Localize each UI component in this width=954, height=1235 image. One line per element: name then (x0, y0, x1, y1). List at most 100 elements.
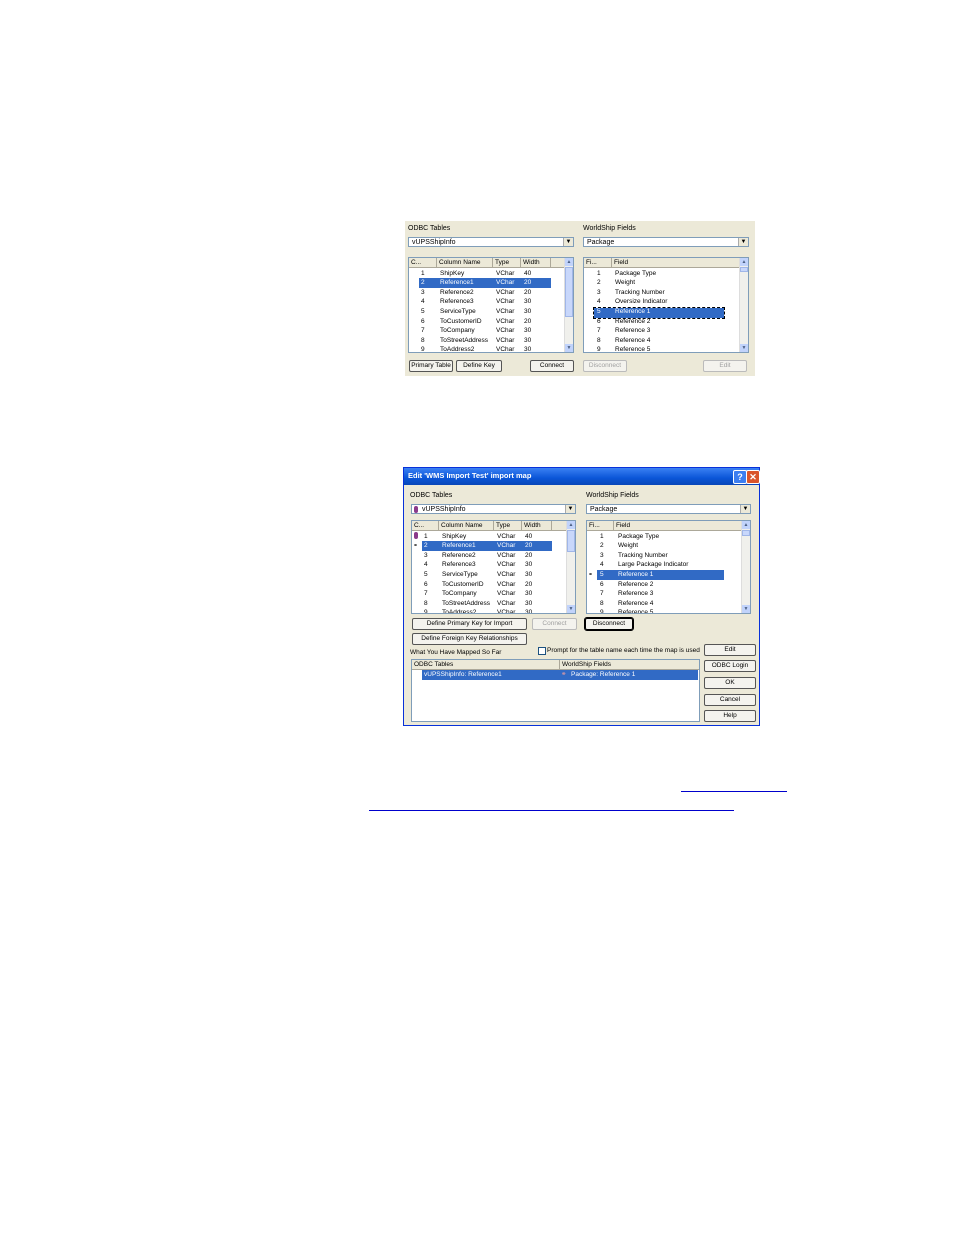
scroll-up-icon[interactable]: ▲ (740, 258, 748, 266)
table-row[interactable]: 6 ToCustomerID VChar 20 (412, 580, 562, 590)
table-row[interactable]: 3 Tracking Number (584, 288, 734, 298)
ok-button[interactable]: OK (704, 677, 756, 689)
odbc-table-select[interactable]: vUPSShipInfo ▼ (408, 237, 574, 247)
odbc-columns-list[interactable]: C... Column Name Type Width ⚭ 1 ShipKey VC… (411, 520, 576, 614)
table-row[interactable]: 5 ServiceType VChar 30 (412, 570, 562, 580)
column-header[interactable]: Column Name (437, 258, 493, 267)
disconnect-button[interactable]: Disconnect (584, 617, 634, 631)
column-header[interactable]: Width (521, 258, 551, 267)
hyperlink-underline[interactable] (681, 791, 787, 792)
table-row[interactable]: 6 Reference 2 (584, 317, 734, 327)
column-header[interactable]: C... (409, 258, 437, 267)
table-row[interactable]: 4 Reference3 VChar 30 (412, 560, 562, 570)
column-header[interactable]: Field (612, 258, 742, 267)
table-row[interactable]: 9 ToAddress2 VChar 30 (412, 608, 562, 613)
scrollbar[interactable]: ▲ ▼ (566, 521, 575, 613)
table-row[interactable]: 8 ToStreetAddress VChar 30 (409, 336, 559, 346)
table-row[interactable]: 3 Tracking Number (587, 551, 737, 561)
edit-button[interactable]: Edit (704, 644, 756, 656)
scroll-up-icon[interactable]: ▲ (567, 521, 575, 529)
primary-table-button[interactable]: Primary Table (409, 360, 453, 372)
table-row[interactable]: 7 Reference 3 (587, 589, 737, 599)
define-primary-key-button[interactable]: Define Primary Key for Import (412, 618, 527, 630)
disconnect-button[interactable]: Disconnect (583, 360, 627, 372)
scroll-down-icon[interactable]: ▼ (567, 605, 575, 613)
table-row[interactable]: 7 ToCompany VChar 30 (412, 589, 562, 599)
help-icon[interactable]: ? (733, 470, 747, 484)
worldship-fields-select[interactable]: Package ▼ (583, 237, 749, 247)
table-row[interactable]: 6 ToCustomerID VChar 20 (409, 317, 559, 327)
scroll-thumb[interactable] (567, 530, 575, 552)
odbc-columns-list[interactable]: C... Column Name Type Width 1 ShipKey VCha… (408, 257, 574, 353)
close-icon[interactable]: ✕ (746, 470, 760, 484)
table-row[interactable]: 9 Reference 5 (584, 345, 734, 352)
table-row[interactable]: 7 Reference 3 (584, 326, 734, 336)
scroll-thumb[interactable] (565, 267, 573, 317)
table-row[interactable]: 1 Package Type (587, 532, 737, 542)
table-row[interactable]: 2 Weight (584, 278, 734, 288)
scroll-down-icon[interactable]: ▼ (565, 344, 573, 352)
table-row[interactable]: 2 Reference1 VChar 20 (412, 541, 562, 551)
table-row[interactable]: 9 ToAddress2 VChar 30 (409, 345, 559, 352)
table-row[interactable]: 9 Reference 5 (587, 608, 737, 613)
column-header[interactable]: Fi... (584, 258, 612, 267)
define-key-button[interactable]: Define Key (456, 360, 502, 372)
scroll-thumb[interactable] (740, 267, 748, 272)
odbc-table-select[interactable]: vUPSShipInfo ▼ (411, 504, 576, 514)
worldship-fields-select[interactable]: Package ▼ (586, 504, 751, 514)
scroll-up-icon[interactable]: ▲ (565, 258, 573, 266)
table-row[interactable]: 6 Reference 2 (587, 580, 737, 590)
column-header[interactable]: C... (412, 521, 439, 530)
odbc-login-button[interactable]: ODBC Login (704, 660, 756, 672)
connect-button[interactable]: Connect (530, 360, 574, 372)
table-row[interactable]: 5 Reference 1 (587, 570, 737, 580)
table-row[interactable]: 1 ShipKey VChar 40 (412, 532, 562, 542)
scroll-down-icon[interactable]: ▼ (740, 344, 748, 352)
worldship-fields-list[interactable]: Fi... Field 1 Package Type 2 Weight 3 Trackin… (583, 257, 749, 353)
table-row[interactable]: 7 ToCompany VChar 30 (409, 326, 559, 336)
table-row[interactable]: 1 Package Type (584, 269, 734, 279)
table-row[interactable]: 8 ToStreetAddress VChar 30 (412, 599, 562, 609)
column-header[interactable]: Field (614, 521, 744, 530)
table-row[interactable]: 4 Large Package Indicator (587, 560, 737, 570)
table-row[interactable]: 5 ServiceType VChar 30 (409, 307, 559, 317)
table-row[interactable]: 4 Oversize Indicator (584, 297, 734, 307)
column-header[interactable]: Width (522, 521, 552, 530)
table-row[interactable]: 2 Weight (587, 541, 737, 551)
column-header[interactable]: Type (493, 258, 521, 267)
prompt-checkbox[interactable] (538, 647, 546, 655)
cancel-button[interactable]: Cancel (704, 694, 756, 706)
column-header[interactable]: Type (494, 521, 522, 530)
table-row[interactable]: 1 ShipKey VChar 40 (409, 269, 559, 279)
hyperlink-underline[interactable] (369, 810, 734, 811)
chevron-down-icon[interactable]: ▼ (563, 238, 573, 246)
mapped-row[interactable]: vUPSShipInfo: Reference1 ⚭ Package: Refe… (412, 670, 699, 680)
table-row[interactable]: 2 Reference1 VChar 20 (409, 278, 559, 288)
help-button[interactable]: Help (704, 710, 756, 722)
worldship-fields-list[interactable]: Fi... Field ⚭ 1 Package Type 2 Weight 3 Track… (586, 520, 751, 614)
mapped-list[interactable]: ODBC Tables WorldShip Fields vUPSShipInf… (411, 659, 700, 722)
chevron-down-icon[interactable]: ▼ (565, 505, 575, 513)
table-row[interactable]: 3 Reference2 VChar 20 (412, 551, 562, 561)
table-cell: 2 (597, 279, 601, 287)
table-row[interactable]: 4 Reference3 VChar 30 (409, 297, 559, 307)
connect-button[interactable]: Connect (532, 618, 577, 630)
scroll-thumb[interactable] (742, 530, 750, 536)
column-header[interactable]: ODBC Tables (412, 660, 560, 669)
table-row[interactable]: 5 Reference 1 (584, 307, 734, 317)
table-row[interactable]: 3 Reference2 VChar 20 (409, 288, 559, 298)
table-row[interactable]: 8 Reference 4 (587, 599, 737, 609)
column-header[interactable]: Column Name (439, 521, 494, 530)
chevron-down-icon[interactable]: ▼ (740, 505, 750, 513)
scrollbar[interactable]: ▲ ▼ (741, 521, 750, 613)
scroll-down-icon[interactable]: ▼ (742, 605, 750, 613)
scrollbar[interactable]: ▲ ▼ (739, 258, 748, 352)
edit-button[interactable]: Edit (703, 360, 747, 372)
scroll-up-icon[interactable]: ▲ (742, 521, 750, 529)
table-row[interactable]: 8 Reference 4 (584, 336, 734, 346)
column-header[interactable]: Fi... (587, 521, 614, 530)
chevron-down-icon[interactable]: ▼ (738, 238, 748, 246)
scrollbar[interactable]: ▲ ▼ (564, 258, 573, 352)
column-header[interactable]: WorldShip Fields (560, 660, 699, 669)
define-foreign-key-button[interactable]: Define Foreign Key Relationships (412, 633, 527, 645)
